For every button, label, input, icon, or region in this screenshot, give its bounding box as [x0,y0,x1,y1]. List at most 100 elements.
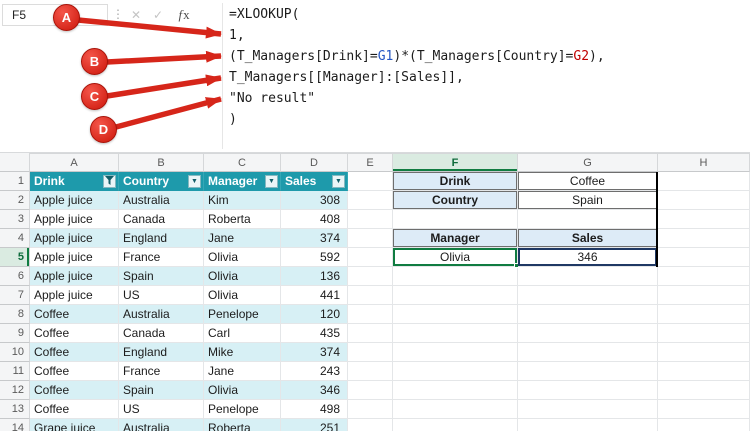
column-header-F[interactable]: F [393,153,518,172]
cell-A12[interactable]: Coffee [30,381,119,400]
column-header-A[interactable]: A [30,153,119,172]
cell-G7[interactable] [518,286,658,305]
cell-B13[interactable]: US [119,400,204,419]
filter-dropdown-icon[interactable]: ▼ [265,175,278,188]
cell-C1[interactable]: Manager ▼ [204,172,281,191]
cell-E9[interactable] [348,324,393,343]
cell-F1[interactable]: Drink [393,172,518,191]
cell-C8[interactable]: Penelope [204,305,281,324]
cell-F7[interactable] [393,286,518,305]
cell-D6[interactable]: 136 [281,267,348,286]
cell-E3[interactable] [348,210,393,229]
cell-F9[interactable] [393,324,518,343]
cell-F14[interactable] [393,419,518,431]
cell-F2[interactable]: Country [393,191,518,210]
cell-B9[interactable]: Canada [119,324,204,343]
cell-B14[interactable]: Australia [119,419,204,431]
cell-C12[interactable]: Olivia [204,381,281,400]
cell-D3[interactable]: 408 [281,210,348,229]
cell-G4[interactable]: Sales [518,229,658,248]
cell-B1[interactable]: Country ▼ [119,172,204,191]
cell-A7[interactable]: Apple juice [30,286,119,305]
cell-H8[interactable] [658,305,750,324]
row-header-13[interactable]: 13 [0,400,30,419]
cell-F12[interactable] [393,381,518,400]
cell-B2[interactable]: Australia [119,191,204,210]
cell-F6[interactable] [393,267,518,286]
cell-E12[interactable] [348,381,393,400]
cell-C7[interactable]: Olivia [204,286,281,305]
cell-H11[interactable] [658,362,750,381]
cell-D12[interactable]: 346 [281,381,348,400]
cell-D14[interactable]: 251 [281,419,348,431]
cell-B11[interactable]: France [119,362,204,381]
cell-G11[interactable] [518,362,658,381]
cell-C13[interactable]: Penelope [204,400,281,419]
filter-dropdown-icon[interactable]: ▼ [332,175,345,188]
cell-G9[interactable] [518,324,658,343]
cell-A4[interactable]: Apple juice [30,229,119,248]
cell-C14[interactable]: Roberta [204,419,281,431]
cell-H6[interactable] [658,267,750,286]
cell-D4[interactable]: 374 [281,229,348,248]
cell-A6[interactable]: Apple juice [30,267,119,286]
cell-F8[interactable] [393,305,518,324]
cell-G6[interactable] [518,267,658,286]
cell-C11[interactable]: Jane [204,362,281,381]
filter-applied-icon[interactable] [103,175,116,188]
row-header-12[interactable]: 12 [0,381,30,400]
cell-H3[interactable] [658,210,750,229]
column-header-D[interactable]: D [281,153,348,172]
cell-E13[interactable] [348,400,393,419]
cell-B8[interactable]: Australia [119,305,204,324]
cell-E5[interactable] [348,248,393,267]
row-header-10[interactable]: 10 [0,343,30,362]
row-header-6[interactable]: 6 [0,267,30,286]
cell-B12[interactable]: Spain [119,381,204,400]
cell-D1[interactable]: Sales ▼ [281,172,348,191]
cell-E8[interactable] [348,305,393,324]
cell-B4[interactable]: England [119,229,204,248]
cell-H9[interactable] [658,324,750,343]
cell-E11[interactable] [348,362,393,381]
cell-A3[interactable]: Apple juice [30,210,119,229]
enter-icon[interactable]: ✓ [149,6,167,24]
column-header-G[interactable]: G [518,153,658,172]
filter-dropdown-icon[interactable]: ▼ [188,175,201,188]
cell-C2[interactable]: Kim [204,191,281,210]
formula-input[interactable]: =XLOOKUP(1, (T_Managers[Drink]=G1)*(T_Man… [229,4,746,130]
cell-D2[interactable]: 308 [281,191,348,210]
cell-E7[interactable] [348,286,393,305]
cell-C6[interactable]: Olivia [204,267,281,286]
cell-H14[interactable] [658,419,750,431]
cell-H12[interactable] [658,381,750,400]
column-header-C[interactable]: C [204,153,281,172]
cell-G14[interactable] [518,419,658,431]
cell-E4[interactable] [348,229,393,248]
cell-D7[interactable]: 441 [281,286,348,305]
cell-A8[interactable]: Coffee [30,305,119,324]
column-header-H[interactable]: H [658,153,750,172]
select-all-corner[interactable] [0,153,30,172]
cell-F5-active[interactable]: Olivia [393,248,519,268]
cell-H2[interactable] [658,191,750,210]
cell-B10[interactable]: England [119,343,204,362]
cell-F13[interactable] [393,400,518,419]
cell-C3[interactable]: Roberta [204,210,281,229]
cell-E1[interactable] [348,172,393,191]
cell-G3[interactable] [518,210,658,229]
cell-B5[interactable]: France [119,248,204,267]
cell-D9[interactable]: 435 [281,324,348,343]
cell-F11[interactable] [393,362,518,381]
cell-A14[interactable]: Grape juice [30,419,119,431]
cell-F4[interactable]: Manager [393,229,518,248]
cell-C5[interactable]: Olivia [204,248,281,267]
cell-E14[interactable] [348,419,393,431]
row-header-4[interactable]: 4 [0,229,30,248]
cell-D13[interactable]: 498 [281,400,348,419]
cell-C9[interactable]: Carl [204,324,281,343]
cell-A5[interactable]: Apple juice [30,248,119,267]
cell-A9[interactable]: Coffee [30,324,119,343]
column-header-E[interactable]: E [348,153,393,172]
cell-G8[interactable] [518,305,658,324]
